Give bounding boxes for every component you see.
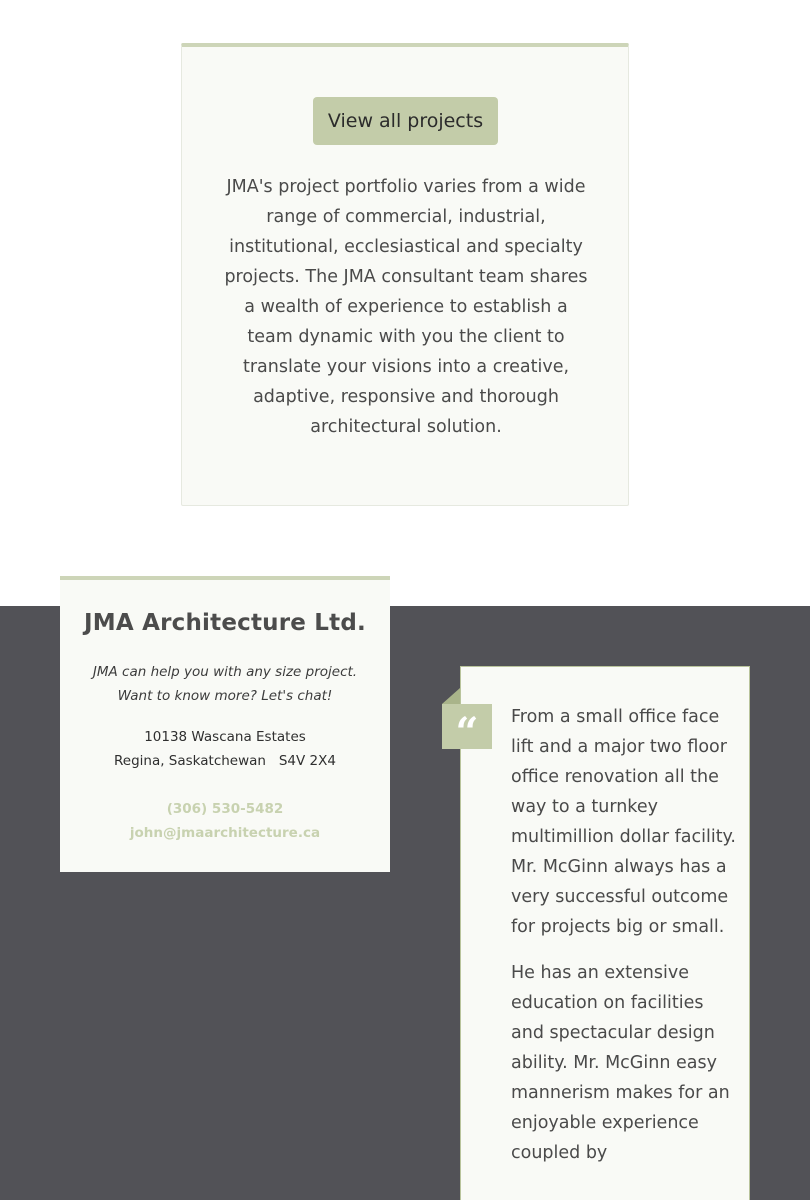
testimonial-text: From a small office face lift and a majo… <box>511 702 736 1184</box>
contact-tagline: JMA can help you with any size project. … <box>92 664 358 704</box>
view-all-projects-button[interactable]: View all projects <box>313 97 498 145</box>
address: 10138 Wascana Estates Regina, Saskatchew… <box>60 725 390 773</box>
contact-links: (306) 530-5482 john@jmaarchitecture.ca <box>60 797 390 845</box>
projects-card: View all projects JMA's project portfoli… <box>181 43 629 506</box>
testimonial-paragraph: From a small office face lift and a majo… <box>511 707 736 937</box>
phone-link[interactable]: (306) 530-5482 <box>60 797 390 821</box>
testimonial-paragraph: He has an extensive education on facilit… <box>511 963 730 1163</box>
projects-description: JMA's project portfolio varies from a wi… <box>224 177 588 437</box>
address-line-1: 10138 Wascana Estates <box>144 729 306 745</box>
address-line-2: Regina, Saskatchewan S4V 2X4 <box>114 753 336 769</box>
company-name: JMA Architecture Ltd. <box>84 610 366 636</box>
contact-card: JMA Architecture Ltd. JMA can help you w… <box>60 576 390 872</box>
quote-icon: “ <box>442 704 492 756</box>
quote-badge-fold <box>442 688 460 704</box>
email-link[interactable]: john@jmaarchitecture.ca <box>60 821 390 845</box>
testimonial-card: From a small office face lift and a majo… <box>460 666 750 1200</box>
